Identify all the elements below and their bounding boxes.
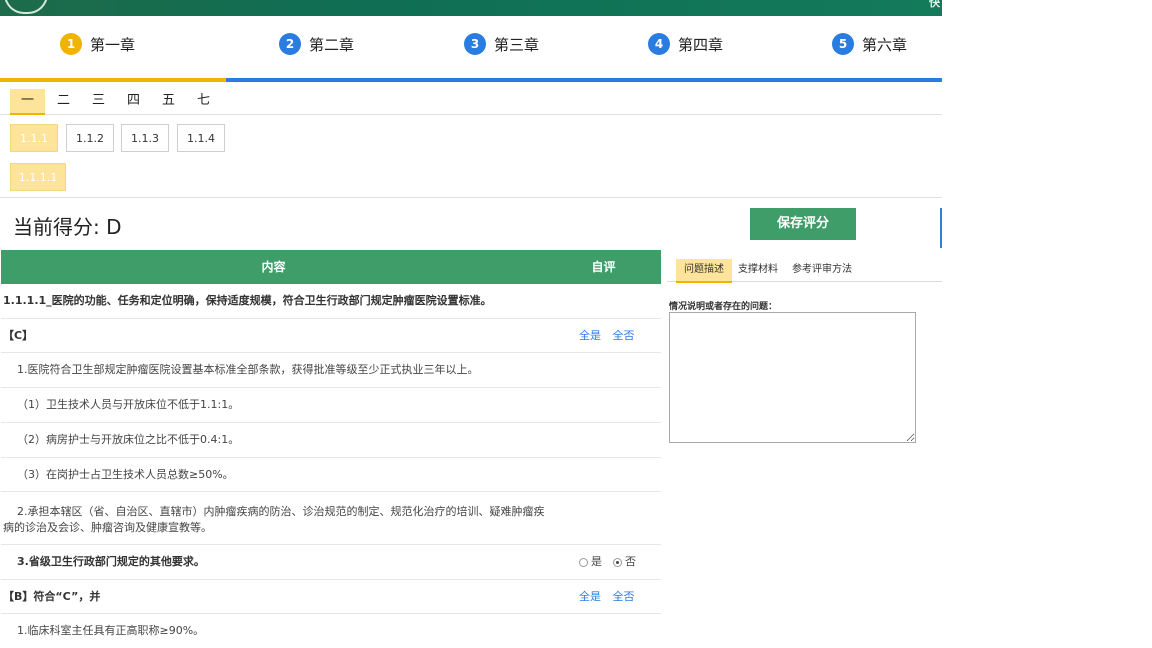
header-self-eval: 自评 (591, 260, 616, 274)
subtab-1-1-4[interactable]: 1.1.4 (177, 124, 225, 152)
all-no-link[interactable]: 全否 (613, 329, 635, 342)
step-number: 4 (648, 33, 670, 55)
chapter-progress-bar (0, 78, 942, 82)
step-number: 1 (60, 33, 82, 55)
row-text: 1.临床科室主任具有正高职称≥90%。 (17, 624, 205, 637)
row-text: 【B】符合“C”，并 (3, 590, 101, 603)
bulk-controls: 全是 全否 (579, 319, 643, 353)
row-text: 1.医院符合卫生部规定肿瘤医院设置基本标准全部条款，获得批准等级至少正式执业三年… (17, 363, 479, 376)
header-bar: 快 (0, 0, 942, 16)
step-label: 第二章 (309, 35, 355, 54)
step-number: 5 (832, 33, 854, 55)
chapter-step-4[interactable]: 4 第四章 (648, 33, 723, 55)
table-row: 3.省级卫生行政部门规定的其他要求。 是 否 (1, 545, 661, 580)
header-content: 内容 (261, 260, 286, 274)
table-row: （1）卫生技术人员与开放床位不低于1.1:1。 (1, 388, 661, 423)
radio-yes-label: 是 (591, 555, 602, 568)
table-row: 1.1.1.1_医院的功能、任务和定位明确，保持适度规模，符合卫生行政部门规定肿… (1, 284, 661, 319)
chapter-step-1[interactable]: 1 第一章 (60, 33, 135, 55)
table-row: 【B】符合“C”，并 全是 全否 (1, 580, 661, 614)
chapter-steps: 1 第一章 2 第二章 3 第三章 4 第四章 5 第六章 (0, 16, 942, 78)
yes-no-radio-group: 是 否 (579, 545, 644, 579)
chapter-step-3[interactable]: 3 第三章 (464, 33, 539, 55)
save-score-button[interactable]: 保存评分 (750, 208, 856, 240)
radio-yes[interactable] (579, 557, 588, 567)
section-tab-3[interactable]: 三 (81, 89, 116, 113)
step-label: 第三章 (494, 35, 540, 54)
evaluation-table: 内容 自评 1.1.1.1_医院的功能、任务和定位明确，保持适度规模，符合卫生行… (1, 250, 661, 648)
right-panel-tabs: 问题描述 支撑材料 参考评审方法 (667, 257, 942, 283)
section-tab-5[interactable]: 五 (151, 89, 186, 113)
section-tab-2[interactable]: 二 (46, 89, 81, 113)
tab-review-method[interactable]: 参考评审方法 (792, 259, 852, 281)
step-label: 第六章 (862, 35, 908, 54)
chapter-progress-fill (0, 78, 227, 82)
row-text: 2.承担本辖区（省、自治区、直辖市）内肿瘤疾病的防治、诊治规范的制定、规范化治疗… (3, 505, 545, 534)
subtab-1-1-3[interactable]: 1.1.3 (121, 124, 169, 152)
all-yes-link[interactable]: 全是 (579, 329, 601, 342)
chapter-step-5[interactable]: 5 第六章 (832, 33, 907, 55)
header-corner-text: 快 (929, 0, 940, 9)
radio-no[interactable] (613, 557, 622, 567)
tab-problem-description[interactable]: 问题描述 (676, 259, 732, 283)
problem-textarea[interactable] (669, 312, 916, 443)
row-text: 【C】 (3, 329, 34, 342)
all-no-link[interactable]: 全否 (613, 590, 635, 603)
row-text: （2）病房护士与开放床位之比不低于0.4:1。 (17, 433, 240, 446)
section-tab-1[interactable]: 一 (10, 89, 45, 115)
chapter-step-2[interactable]: 2 第二章 (279, 33, 354, 55)
logo-icon (4, 0, 48, 14)
step-number: 3 (464, 33, 486, 55)
row-text: 3.省级卫生行政部门规定的其他要求。 (17, 555, 205, 568)
step-label: 第一章 (90, 35, 136, 54)
step-number: 2 (279, 33, 301, 55)
subtab-1-1-2[interactable]: 1.1.2 (66, 124, 114, 152)
step-label: 第四章 (678, 35, 724, 54)
item-tab-1-1-1-1[interactable]: 1.1.1.1 (10, 163, 66, 191)
section-tabs: 一 二 三 四 五 七 (0, 86, 942, 115)
bulk-controls: 全是 全否 (579, 580, 643, 614)
question-label: 情况说明或者存在的问题： (669, 302, 778, 312)
divider (0, 197, 942, 198)
section-tab-7[interactable]: 七 (186, 89, 221, 113)
table-row: 1.临床科室主任具有正高职称≥90%。 (1, 614, 661, 648)
subtab-1-1-1[interactable]: 1.1.1 (10, 124, 58, 152)
radio-no-label: 否 (625, 555, 636, 568)
tab-supporting-materials[interactable]: 支撑材料 (737, 259, 779, 281)
edge-marker (940, 208, 942, 248)
current-score: 当前得分: D (13, 215, 122, 239)
table-row: 1.医院符合卫生部规定肿瘤医院设置基本标准全部条款，获得批准等级至少正式执业三年… (1, 353, 661, 388)
table-row: （3）在岗护士占卫生技术人员总数≥50%。 (1, 458, 661, 492)
row-text: （3）在岗护士占卫生技术人员总数≥50%。 (17, 468, 234, 481)
section-tab-4[interactable]: 四 (116, 89, 151, 113)
table-row: 【C】 全是 全否 (1, 319, 661, 353)
table-row: （2）病房护士与开放床位之比不低于0.4:1。 (1, 423, 661, 458)
all-yes-link[interactable]: 全是 (579, 590, 601, 603)
table-header: 内容 自评 (1, 250, 661, 284)
table-row: 2.承担本辖区（省、自治区、直辖市）内肿瘤疾病的防治、诊治规范的制定、规范化治疗… (1, 492, 661, 545)
row-text: （1）卫生技术人员与开放床位不低于1.1:1。 (17, 398, 240, 411)
app-window: 快 1 第一章 2 第二章 3 第三章 4 第四章 5 第六章 一 二 三 四 … (0, 0, 942, 648)
row-text: 1.1.1.1_医院的功能、任务和定位明确，保持适度规模，符合卫生行政部门规定肿… (3, 294, 492, 307)
